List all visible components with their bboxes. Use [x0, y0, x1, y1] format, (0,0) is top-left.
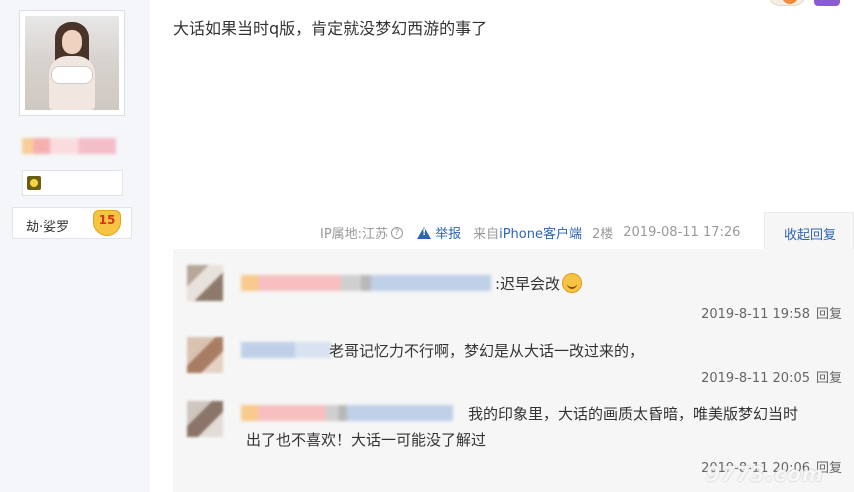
reply-meta: 2019-8-11 20:05 回复 — [701, 367, 842, 386]
reply-time: 2019-8-11 19:58 — [701, 307, 810, 322]
reply-avatar[interactable] — [187, 337, 223, 373]
watermark: 9773.com — [706, 462, 824, 486]
user-sidebar: 劫·娑罗 15 — [0, 0, 150, 492]
reply-text-line2: 出了也不喜欢！大话一可能没了解过 — [246, 431, 487, 449]
collapse-replies-tab[interactable]: 收起回复 — [764, 212, 854, 250]
from-prefix: 来自 — [473, 227, 500, 242]
username-blurred[interactable] — [22, 138, 116, 154]
client-link[interactable]: iPhone客户端 — [499, 223, 582, 242]
report-label: 举报 — [435, 227, 462, 242]
warning-icon — [417, 226, 432, 239]
reply-button[interactable]: 回复 — [816, 371, 842, 386]
post-meta: IP属地:江苏 ? 举报 来自 iPhone客户端 2楼 2019-08-11 … — [320, 223, 740, 242]
post-time: 2019-08-11 17:26 — [623, 225, 741, 240]
decoration-icon — [768, 0, 840, 6]
level-name: 劫·娑罗 — [26, 220, 70, 235]
level-badge[interactable]: 劫·娑罗 15 — [12, 207, 132, 239]
reply-username-blurred[interactable] — [241, 342, 331, 358]
reply-text: :迟早会改 — [495, 273, 583, 294]
avatar-image — [25, 16, 119, 110]
reply-avatar[interactable] — [187, 401, 223, 437]
user-avatar[interactable] — [19, 10, 125, 116]
member-badge[interactable] — [22, 170, 123, 196]
ip-location: IP属地:江苏 — [320, 227, 389, 242]
reply-list: :迟早会改 2019-8-11 19:58 回复 老哥记忆力不行啊，梦幻是从大话一… — [173, 249, 854, 492]
report-button[interactable]: 举报 — [417, 223, 461, 242]
reply-text: 老哥记忆力不行啊，梦幻是从大话一改过来的， — [329, 342, 645, 360]
reply-avatar[interactable] — [187, 265, 223, 301]
reply-text-line1: 我的印象里，大话的画质太昏暗，唯美版梦幻当时 — [468, 405, 799, 423]
help-icon[interactable]: ? — [391, 226, 404, 239]
floor-number: 2楼 — [591, 227, 614, 242]
level-number: 15 — [98, 213, 116, 227]
reply-button[interactable]: 回复 — [816, 307, 842, 322]
smile-icon — [562, 273, 583, 293]
post-content: 大话如果当时q版，肯定就没梦幻西游的事了 — [173, 19, 488, 38]
reply-username-blurred[interactable] — [241, 405, 453, 421]
badge-icon — [27, 176, 41, 190]
reply-time: 2019-8-11 20:05 — [701, 371, 810, 386]
reply-meta: 2019-8-11 19:58 回复 — [701, 303, 842, 322]
level-shield-icon: 15 — [93, 210, 121, 236]
collapse-replies-button[interactable]: 收起回复 — [784, 224, 836, 243]
reply-username-blurred[interactable] — [241, 275, 491, 291]
